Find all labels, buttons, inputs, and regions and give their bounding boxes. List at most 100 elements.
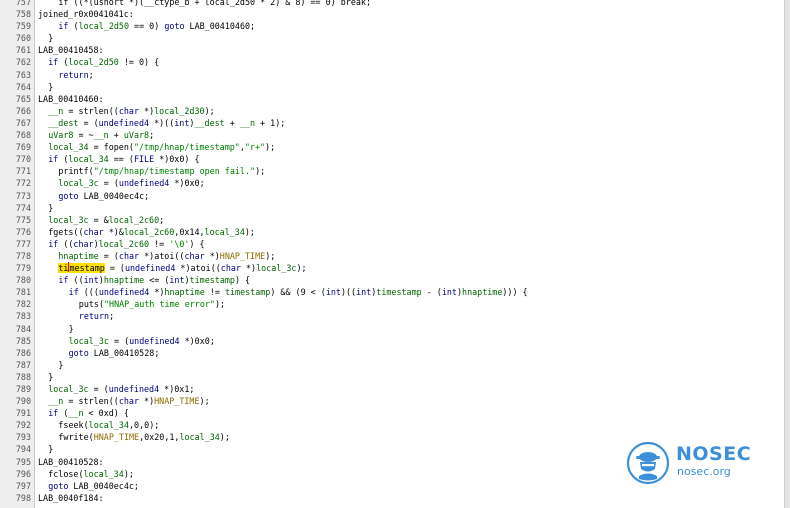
vertical-scrollbar[interactable] (784, 0, 790, 508)
line-number: 764 (15, 81, 31, 92)
code-token: < ( (305, 287, 326, 298)
code-line[interactable]: 774} (0, 202, 785, 214)
code-line[interactable]: 764} (0, 81, 785, 93)
code-line[interactable]: 782 puts("HNAP_auth time error"); (0, 298, 785, 310)
code-token: atoi (190, 263, 211, 274)
code-token: local_3c (58, 178, 99, 189)
code-token: = (63, 396, 79, 407)
code-line[interactable]: 767 __dest = (undefined4 *)((int)__dest +… (0, 117, 785, 129)
code-text: } (48, 81, 53, 93)
code-token: = (63, 105, 79, 116)
line-number: 793 (15, 432, 31, 443)
code-token: int (169, 275, 185, 286)
code-token: ); (149, 420, 160, 431)
code-line[interactable]: 787} (0, 359, 785, 371)
code-token: (( (68, 275, 84, 286)
code-line[interactable]: 778 hnaptime = (char *)atoi((char *)HNAP_… (0, 250, 785, 262)
code-line[interactable]: 766 __n = strlen((char *)local_2d30); (0, 105, 785, 117)
code-line[interactable]: 770 if (local_34 == (FILE *)0x0) { (0, 153, 785, 165)
code-line[interactable]: 783 return; (0, 310, 785, 322)
line-number: 758 (15, 9, 31, 20)
code-token: if (48, 408, 59, 419)
code-token: fopen (103, 142, 129, 153)
code-token: __n (68, 408, 84, 419)
code-line[interactable]: 773 goto LAB_0040ec4c; (0, 190, 785, 202)
code-line[interactable]: 798 LAB_0040f184: (0, 492, 785, 504)
code-line[interactable]: 758 joined_r0x0041041c: (0, 8, 785, 20)
code-token: (( (73, 226, 84, 237)
code-token: (( (174, 250, 185, 261)
code-line[interactable]: 757 if ((*(ushort *)(__ctype_b + local_2d… (0, 0, 785, 8)
code-line[interactable]: 785 local_3c = (undefined4 *)0x0; (0, 335, 785, 347)
code-line[interactable]: 790 __n = strlen((char *)HNAP_TIME); (0, 395, 785, 407)
code-token: + (255, 117, 271, 128)
code-line[interactable]: 759 if (local_2d50 == 0) goto LAB_0041046… (0, 20, 785, 32)
code-line[interactable]: 769 local_34 = fopen("/tmp/hnap/timestamp… (0, 141, 785, 153)
code-token: ( (68, 21, 79, 32)
code-line[interactable]: 765 LAB_00410460: (0, 93, 785, 105)
code-line[interactable]: 760} (0, 32, 785, 44)
code-line[interactable]: 777 if ((char)local_2c60 != '\0') { (0, 238, 785, 250)
code-token: *) (139, 105, 155, 116)
code-token: HNAP_TIME (219, 250, 266, 261)
decompiler-code-view[interactable]: 757 if ((*(ushort *)(__ctype_b + local_2d… (0, 0, 785, 508)
code-token: *) (204, 250, 220, 261)
code-line[interactable]: 763 return; (0, 69, 785, 81)
code-line[interactable]: 781 if (((undefined4 *)hnaptime != timest… (0, 286, 785, 298)
code-text: LAB_00410460: (38, 93, 104, 105)
code-token: ( (58, 408, 69, 419)
code-text: fgets((char *)&local_2c60,0x14,local_34)… (48, 226, 255, 238)
code-token: != (204, 287, 225, 298)
line-number: 791 (15, 408, 31, 419)
code-token: LAB_0040f184: (38, 492, 104, 503)
code-line[interactable]: 780 if ((int)hnaptime <= (int)timestamp) … (0, 274, 785, 286)
code-token: if (48, 57, 59, 68)
code-token: '\0' (169, 238, 190, 249)
code-line[interactable]: 788} (0, 371, 785, 383)
line-number: 795 (15, 456, 31, 467)
code-token: ( (58, 57, 69, 68)
code-token: LAB_0040ec4c; (78, 190, 150, 201)
code-line[interactable]: 775 local_3c = &local_2c60; (0, 214, 785, 226)
code-line[interactable]: 789 local_3c = (undefined4 *)0x1; (0, 383, 785, 395)
code-line[interactable]: 784} (0, 323, 785, 335)
code-line[interactable]: 791 if (__n < 0xd) { (0, 407, 785, 419)
code-token: if (48, 154, 59, 165)
code-token: "HNAP_auth time error" (104, 299, 215, 310)
code-token: char (184, 250, 205, 261)
code-line[interactable]: 768 uVar8 = ~__n + uVar8; (0, 129, 785, 141)
code-line[interactable]: 779 timestamp = (undefined4 *)atoi((char … (0, 262, 785, 274)
code-text: } (48, 371, 53, 383)
line-number: 785 (15, 335, 31, 346)
code-line[interactable]: 771 printf("/tmp/hnap/timestamp open fail… (0, 165, 785, 177)
code-token: 0x14 (179, 226, 200, 237)
code-token: = ( (78, 117, 99, 128)
code-token: local_2c60 (123, 226, 175, 237)
code-line[interactable]: 761 LAB_00410458: (0, 44, 785, 56)
line-number: 779 (15, 263, 31, 274)
line-number: 770 (15, 154, 31, 165)
line-number: 782 (15, 299, 31, 310)
code-text: if (local_2d50 == 0) goto LAB_00410460; (58, 20, 255, 32)
code-line[interactable]: 776 fgets((char *)&local_2c60,0x14,local_… (0, 226, 785, 238)
code-token: ; (149, 130, 155, 141)
code-token: *) (159, 384, 175, 394)
code-text: local_3c = (undefined4 *)0x0; (69, 335, 215, 347)
code-token: HNAP_TIME (93, 432, 140, 443)
code-text: } (48, 443, 53, 455)
code-token: char (118, 396, 139, 407)
code-token: if (68, 287, 79, 298)
code-token: hnaptime (58, 250, 99, 261)
line-number: 767 (15, 117, 31, 128)
code-text: if (local_34 == (FILE *)0x0) { (48, 153, 199, 165)
code-line[interactable]: 772 local_3c = (undefined4 *)0x0; (0, 177, 785, 189)
code-line[interactable]: 762 if (local_2d50 != 0) { (0, 56, 785, 68)
code-token: ); (275, 117, 286, 128)
code-token: ; (88, 69, 94, 80)
code-line[interactable]: 792 fseek(local_34,0,0); (0, 419, 785, 431)
code-token: hnaptime (164, 287, 205, 298)
nosec-shield-icon (626, 441, 670, 485)
code-token: FILE (133, 154, 155, 165)
code-line[interactable]: 786 goto LAB_00410528; (0, 347, 785, 359)
line-number: 792 (15, 420, 31, 431)
